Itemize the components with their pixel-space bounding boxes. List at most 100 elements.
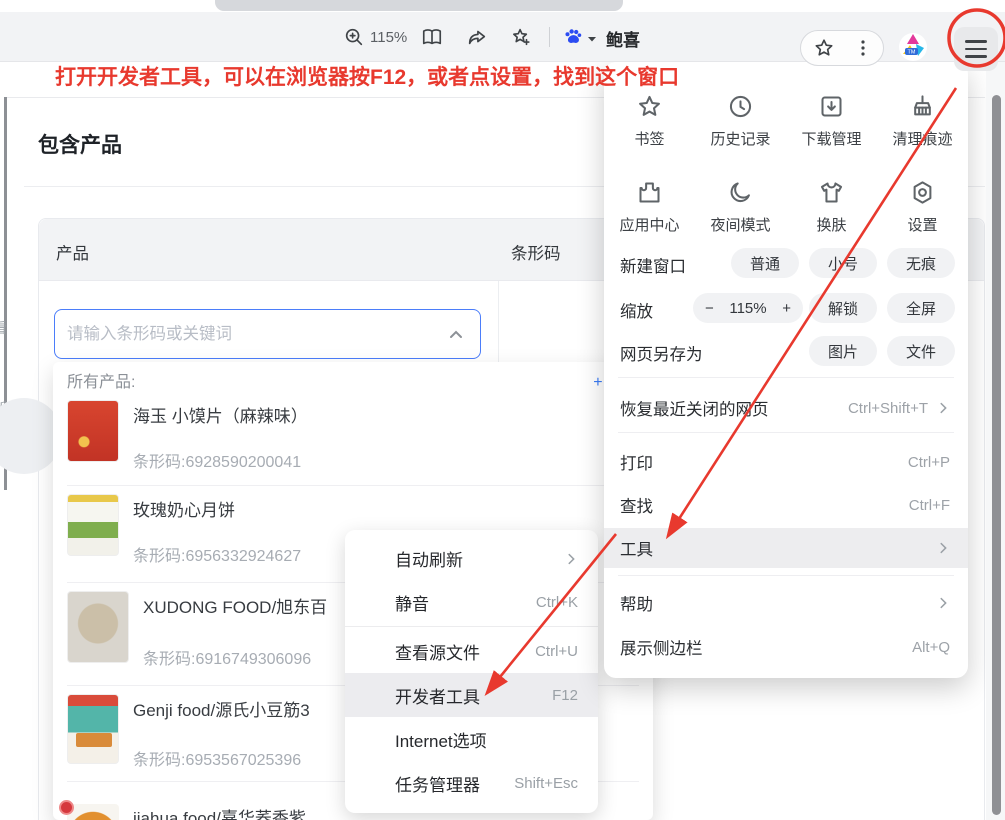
- shortcut-label: Alt+Q: [912, 639, 950, 656]
- menu-item-history[interactable]: 历史记录: [695, 78, 786, 164]
- moon-icon: [727, 179, 754, 206]
- product-image: [67, 804, 119, 820]
- list-item[interactable]: 海玉 小馍片（麻辣味） 条形码:6928590200041: [53, 392, 653, 486]
- product-title: 海玉 小馍片（麻辣味）: [133, 402, 308, 427]
- new-window-small-button[interactable]: 小号: [809, 248, 877, 278]
- menu-item-internet-options[interactable]: Internet选项: [345, 717, 598, 761]
- zoom-in-button[interactable]: +: [782, 300, 791, 317]
- svg-text:TM: TM: [908, 50, 916, 56]
- product-barcode: 条形码:6956332924627: [133, 542, 301, 566]
- column-header-product: 产品: [56, 240, 89, 264]
- tshirt-icon: [818, 179, 845, 206]
- menu-item-devtools[interactable]: 开发者工具 F12: [345, 673, 598, 717]
- menu-divider: [618, 377, 954, 378]
- page-scrollbar[interactable]: [986, 62, 1005, 820]
- save-as-image-button[interactable]: 图片: [809, 336, 877, 366]
- product-title: jiahua food/嘉华荞香紫: [133, 804, 306, 820]
- menu-item-reopen-closed[interactable]: 恢复最近关闭的网页 Ctrl+Shift+T: [604, 388, 968, 428]
- menu-item-view-source[interactable]: 查看源文件 Ctrl+U: [345, 629, 598, 673]
- product-search-field[interactable]: [54, 309, 481, 359]
- menu-item-night-mode[interactable]: 夜间模式: [695, 164, 786, 250]
- browser-main-menu: 书签 历史记录 下载管理 清理痕迹 应用中心 夜间模式: [604, 62, 968, 678]
- new-window-incognito-button[interactable]: 无痕: [887, 248, 955, 278]
- menu-grid-label: 应用中心: [619, 214, 679, 235]
- extension-logo[interactable]: TM: [896, 30, 930, 64]
- menu-item-clear-traces[interactable]: 清理痕迹: [877, 78, 968, 164]
- save-as-file-button[interactable]: 文件: [887, 336, 955, 366]
- search-input[interactable]: [67, 310, 437, 358]
- menu-item-app-center[interactable]: 应用中心: [604, 164, 695, 250]
- account-name[interactable]: 鲍喜: [606, 26, 640, 51]
- menu-item-settings[interactable]: 设置: [877, 164, 968, 250]
- menu-item-find[interactable]: 查找 Ctrl+F: [604, 485, 968, 525]
- hamburger-menu-button[interactable]: [954, 27, 998, 71]
- toolbar-separator: [549, 27, 550, 47]
- reading-mode-icon[interactable]: [421, 26, 443, 48]
- row-label: 新建窗口: [620, 253, 686, 277]
- menu-item-mute[interactable]: 静音 Ctrl+K: [345, 580, 598, 624]
- chevron-up-icon[interactable]: [448, 327, 464, 343]
- add-bookmark-icon[interactable]: [510, 26, 532, 48]
- chevron-right-icon: [936, 401, 950, 415]
- clipped-text-fragment: 看: [0, 318, 7, 338]
- menu-grid-label: 下载管理: [801, 128, 861, 149]
- product-image: [67, 694, 119, 764]
- shortcut-label: Ctrl+U: [535, 643, 578, 660]
- menu-grid-label: 换肤: [816, 214, 846, 235]
- gear-icon: [909, 179, 936, 206]
- shortcut-label: Ctrl+P: [908, 454, 950, 471]
- zoom-level-text: 115%: [370, 29, 407, 46]
- menu-grid-label: 夜间模式: [710, 214, 770, 235]
- chevron-right-icon: [564, 551, 578, 565]
- zoom-control[interactable]: − 115% +: [693, 293, 803, 323]
- shortcut-label: Ctrl+F: [909, 497, 950, 514]
- menu-item-print[interactable]: 打印 Ctrl+P: [604, 442, 968, 482]
- window-top-strip: [0, 0, 1005, 12]
- menu-item-label: 任务管理器: [395, 771, 480, 796]
- clock-icon: [727, 93, 754, 120]
- menu-grid-label: 设置: [907, 214, 937, 235]
- product-title: Genji food/源氏小豆筋3: [133, 696, 310, 721]
- save-as-row: 网页另存为 图片 文件: [604, 330, 968, 372]
- product-title: 玫瑰奶心月饼: [133, 496, 235, 521]
- product-title: XUDONG FOOD/旭东百: [143, 593, 327, 618]
- menu-item-label: 帮助: [620, 591, 653, 615]
- menu-item-label: 查找: [620, 493, 653, 517]
- menu-item-skins[interactable]: 换肤: [786, 164, 877, 250]
- scrollbar-thumb[interactable]: [992, 95, 1001, 815]
- product-image: [67, 591, 129, 663]
- menu-item-label: 静音: [395, 590, 429, 615]
- menu-divider: [618, 432, 954, 433]
- menu-divider: [618, 575, 954, 576]
- product-image: [67, 400, 119, 462]
- menu-item-label: 自动刷新: [395, 546, 463, 571]
- menu-item-help[interactable]: 帮助: [604, 583, 968, 623]
- menu-item-auto-refresh[interactable]: 自动刷新: [345, 536, 598, 580]
- menu-item-task-manager[interactable]: 任务管理器 Shift+Esc: [345, 761, 598, 805]
- unlock-button[interactable]: 解锁: [809, 293, 877, 323]
- zoom-in-page-icon[interactable]: [343, 26, 365, 48]
- menu-item-label: 开发者工具: [395, 683, 480, 708]
- kebab-menu-icon[interactable]: [853, 38, 873, 58]
- menu-item-label: 查看源文件: [395, 639, 480, 664]
- share-icon[interactable]: [466, 26, 488, 48]
- brand-logo: [59, 800, 74, 815]
- zoom-out-button[interactable]: −: [705, 300, 714, 317]
- menu-item-show-sidebar[interactable]: 展示侧边栏 Alt+Q: [604, 627, 968, 667]
- star-icon: [636, 93, 663, 120]
- star-icon[interactable]: [813, 37, 835, 59]
- annotation-text: 打开开发者工具，可以在浏览器按F12，或者点设置，找到这个窗口: [55, 61, 679, 91]
- caret-down-icon[interactable]: [586, 32, 598, 44]
- zoom-value: 115%: [729, 300, 766, 317]
- menu-item-label: 恢复最近关闭的网页: [620, 396, 769, 420]
- chevron-right-icon: [936, 596, 950, 610]
- browser-tab[interactable]: [215, 0, 623, 11]
- new-window-normal-button[interactable]: 普通: [731, 248, 799, 278]
- fullscreen-button[interactable]: 全屏: [887, 293, 955, 323]
- menu-item-downloads[interactable]: 下载管理: [786, 78, 877, 164]
- download-icon: [818, 93, 845, 120]
- browser-window: 看 新 包含产品 产品 条形码 所有产品: + 新建 海玉 小馍片（麻辣味） 条…: [0, 0, 1005, 820]
- product-barcode: 条形码:6928590200041: [133, 448, 301, 472]
- menu-item-tools[interactable]: 工具: [604, 528, 968, 568]
- paw-account-icon[interactable]: [562, 26, 584, 48]
